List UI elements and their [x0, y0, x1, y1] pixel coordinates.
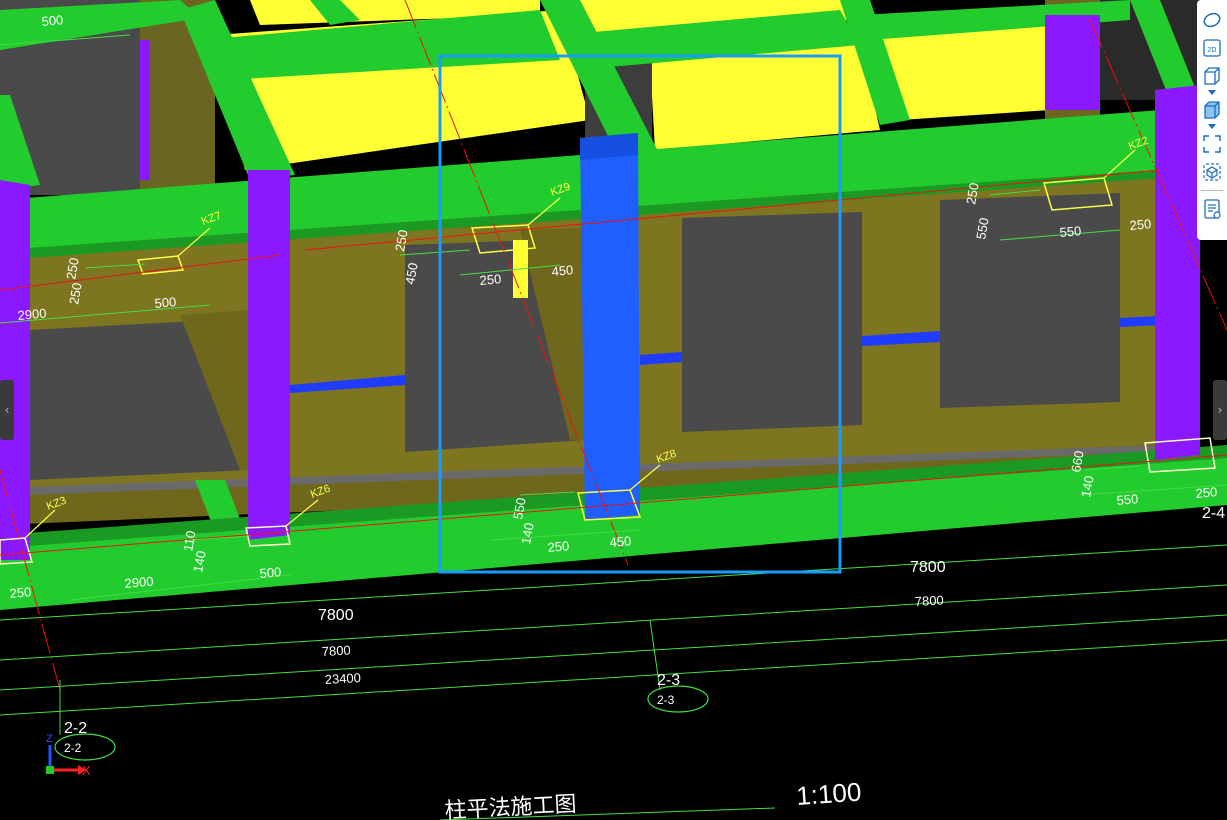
nav-left-arrow-icon[interactable]: ‹: [0, 380, 14, 440]
chevron-down-icon[interactable]: [1207, 88, 1217, 96]
column-purple-thin: [140, 40, 150, 180]
toolbar-divider: [1201, 190, 1223, 191]
dim-7800-a: 7800: [318, 607, 354, 624]
dim-250-right: 250: [1195, 484, 1218, 501]
3d-shaded-icon[interactable]: [1200, 98, 1224, 122]
column-purple-kz6: [248, 170, 290, 540]
3d-wireframe-icon[interactable]: [1200, 64, 1224, 88]
properties-icon[interactable]: [1200, 197, 1224, 221]
view-toolbar: 2D: [1197, 0, 1227, 240]
ucs-origin: [46, 766, 54, 774]
2d-label: 2D: [1208, 47, 1217, 54]
dim-450-kz9: 450: [551, 262, 574, 279]
dim-250-kz2: 250: [1129, 216, 1152, 233]
nav-right-arrow-icon[interactable]: ›: [1213, 380, 1227, 440]
ucs-z-label: Z: [46, 733, 53, 745]
dim-7800-b: 7800: [321, 643, 351, 659]
column-purple-right: [1155, 85, 1200, 460]
dim-23400: 23400: [324, 670, 361, 687]
dim-7800-d: 7800: [914, 593, 944, 609]
dim-450-kz8: 450: [609, 533, 632, 550]
chevron-down-icon[interactable]: [1207, 122, 1217, 130]
fit-view-icon[interactable]: [1200, 132, 1224, 156]
axis-2-3-bubble-text: 2-3: [657, 693, 675, 707]
drawing-scale: 1:100: [795, 777, 862, 811]
column-purple-left: [0, 180, 30, 560]
dim-2900-bottom: 2900: [124, 574, 154, 591]
dim-2900-left: 2900: [17, 306, 47, 323]
ucs-x-label: X: [82, 763, 91, 778]
axis-2-4-label: 2-4: [1202, 505, 1225, 522]
dim-500-top: 500: [41, 12, 64, 29]
dim-250-left-bottom: 250: [9, 584, 32, 601]
column-purple-top-right: [1045, 15, 1100, 110]
orbit-icon[interactable]: [1200, 8, 1224, 32]
column-blue-kz8[interactable]: [580, 133, 640, 520]
dim-550-right: 550: [1116, 491, 1139, 508]
dim-250-kz9: 250: [479, 271, 502, 288]
opening-grey-4: [940, 193, 1120, 408]
dim-500-kz7: 500: [154, 294, 177, 311]
dim-550-kz2: 550: [1059, 223, 1082, 240]
dim-250-kz8: 250: [547, 538, 570, 555]
2d-view-icon[interactable]: 2D: [1200, 36, 1224, 60]
dim-500-kz6: 500: [259, 564, 282, 581]
view-cube-icon[interactable]: [1200, 160, 1224, 184]
cad-3d-viewport[interactable]: KZ7 KZ9 KZ2 KZ8 KZ6 KZ3 500 2900 500 250…: [0, 0, 1227, 820]
axis-2-2-bubble-text: 2-2: [64, 741, 82, 755]
dim-7800-c: 7800: [910, 559, 946, 576]
opening-grey-3: [682, 212, 862, 432]
